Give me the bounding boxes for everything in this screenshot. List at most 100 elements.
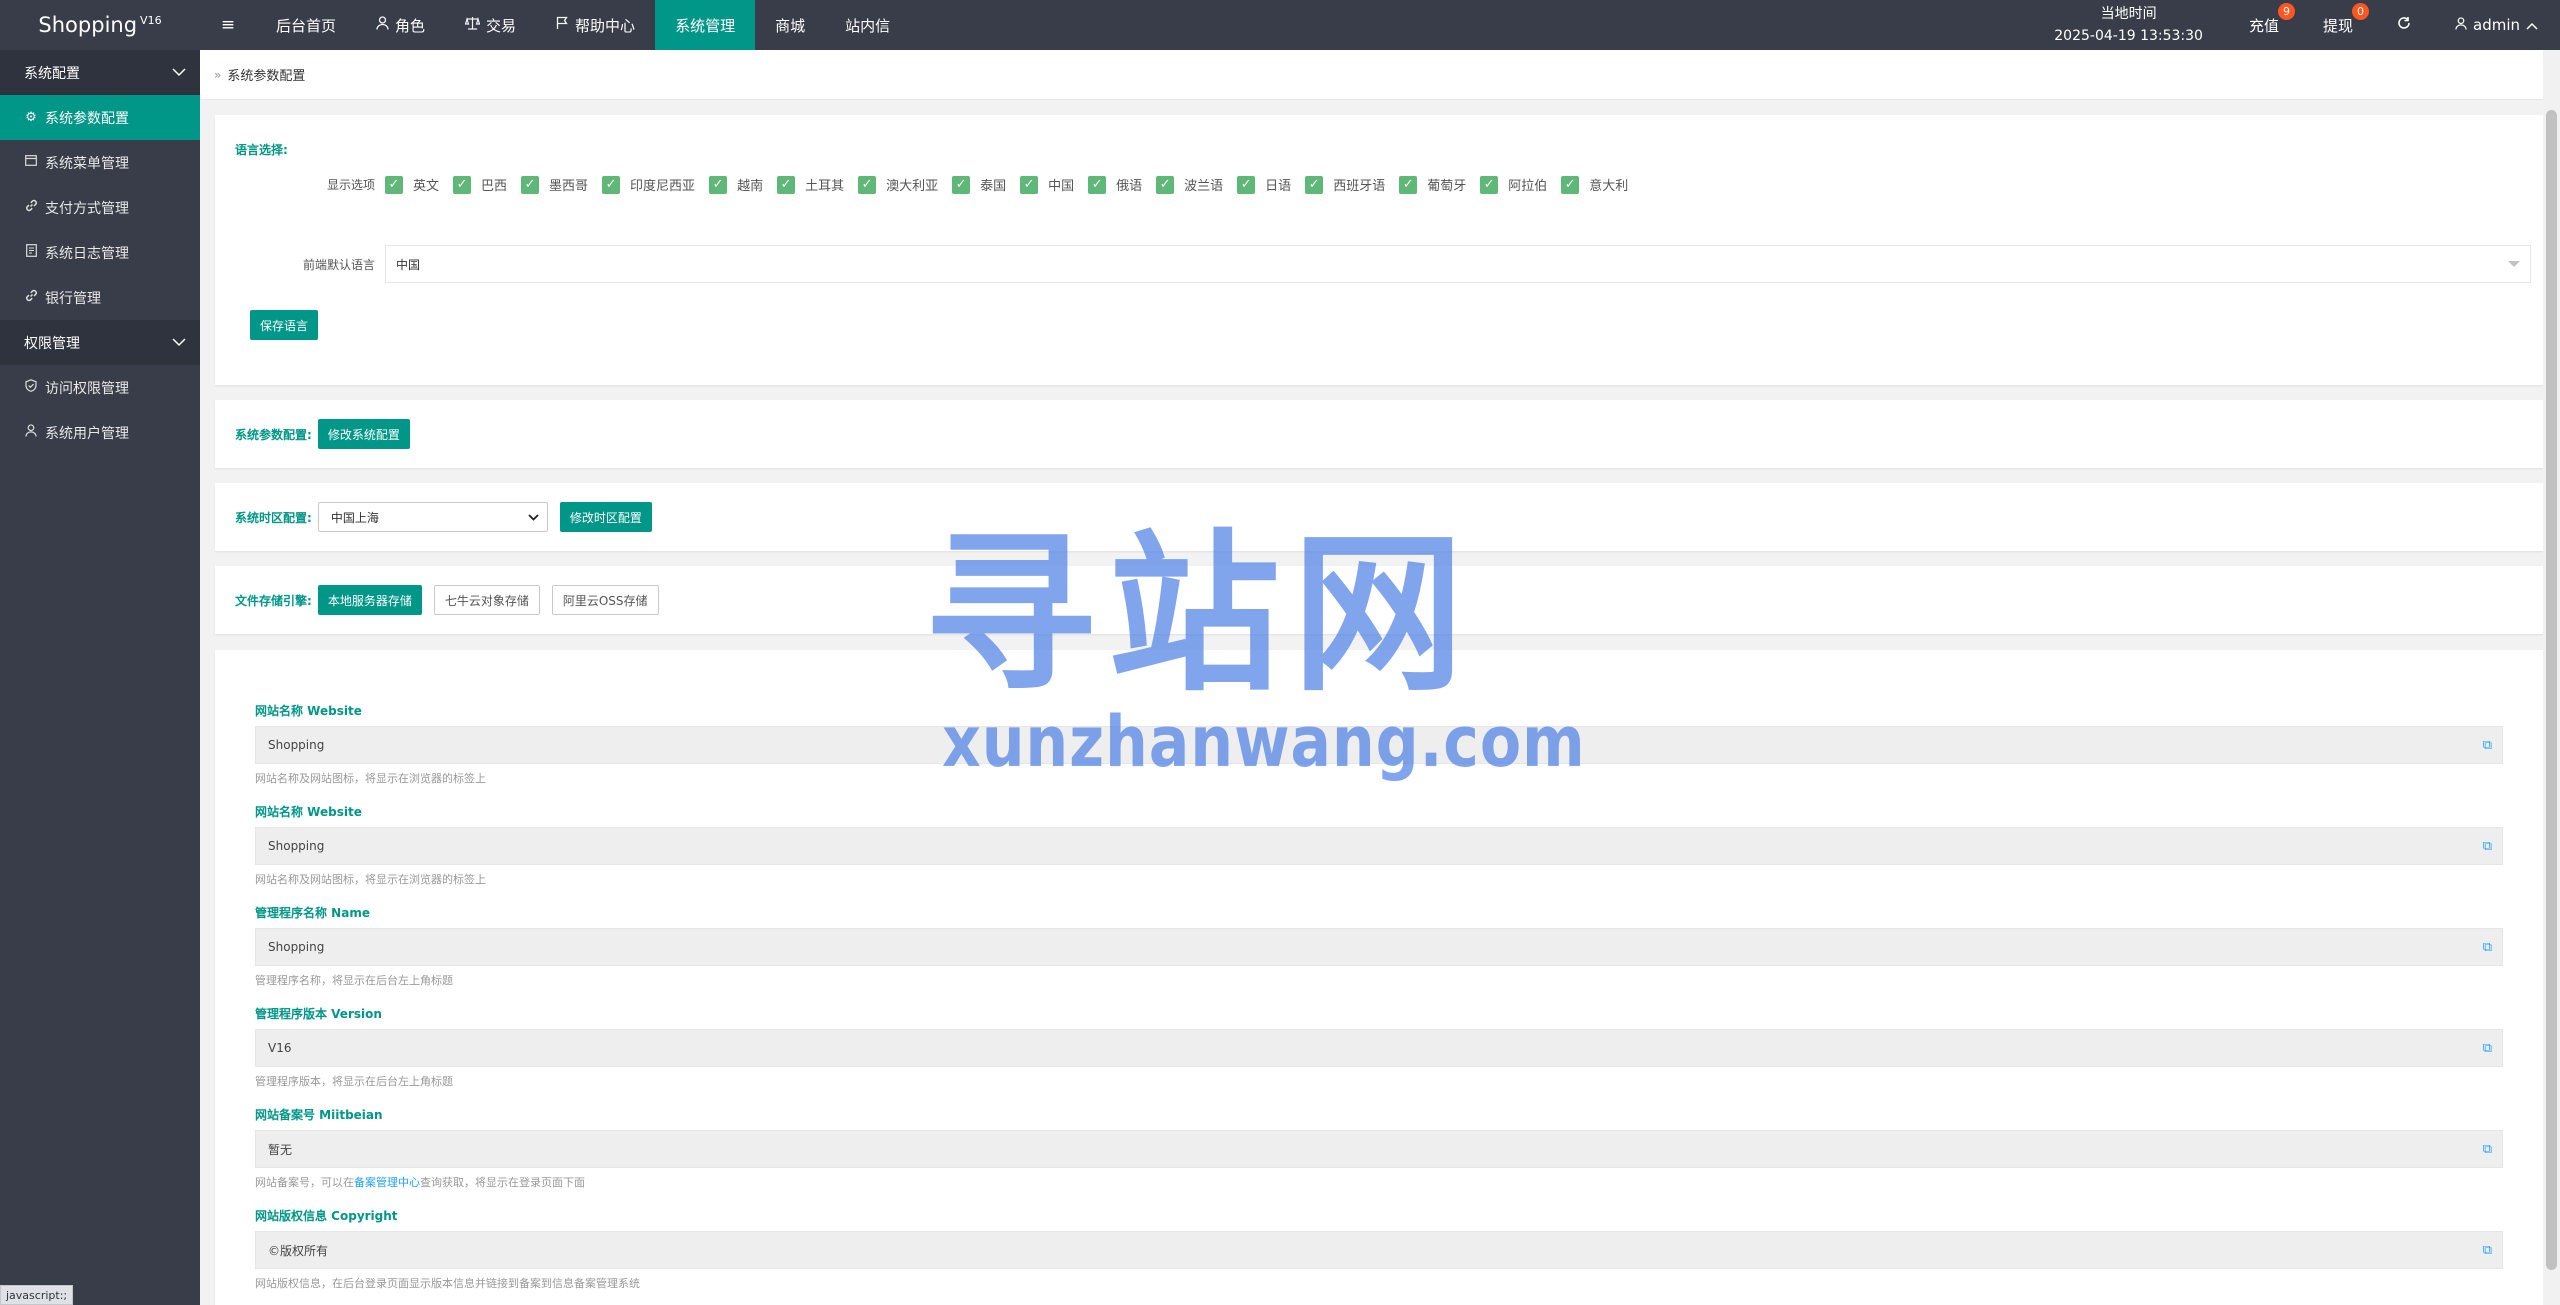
nav-item-messages[interactable]: 站内信 bbox=[825, 0, 910, 50]
config-field-help: 管理程序版本，将显示在后台左上角标题 bbox=[255, 1075, 453, 1088]
copy-icon[interactable]: ⧉ bbox=[2483, 1142, 2492, 1157]
chevron-down-icon bbox=[172, 335, 186, 351]
default-language-row: 前端默认语言 中国 bbox=[265, 245, 2531, 283]
checkmark-icon: ✓ bbox=[602, 175, 621, 194]
language-checkbox[interactable]: ✓ 波兰语 bbox=[1156, 175, 1223, 194]
config-fields-card: 网站名称 Website Shopping ⧉ 网站名称及网站图标，将显示在浏览… bbox=[215, 650, 2543, 1305]
language-checkbox-label: 葡萄牙 bbox=[1427, 179, 1467, 194]
app-logo[interactable]: Shopping V16 bbox=[0, 0, 200, 50]
storage-local-button[interactable]: 本地服务器存储 bbox=[317, 585, 422, 615]
copy-icon[interactable]: ⧉ bbox=[2483, 839, 2492, 854]
link-icon bbox=[24, 199, 38, 216]
nav-item-trade[interactable]: 交易 bbox=[445, 0, 536, 50]
sidebar-item-users[interactable]: 系统用户管理 bbox=[0, 410, 200, 455]
app-version: V16 bbox=[140, 13, 162, 27]
sidebar-item-logs[interactable]: 系统日志管理 bbox=[0, 230, 200, 275]
copy-icon[interactable]: ⧉ bbox=[2483, 738, 2492, 753]
sidebar-item-label: 系统参数配置 bbox=[45, 110, 129, 127]
language-checkbox[interactable]: ✓ 巴西 bbox=[453, 175, 507, 194]
browser-status-bar: javascript:; bbox=[0, 1285, 74, 1305]
checkmark-icon: ✓ bbox=[709, 175, 728, 194]
save-language-button[interactable]: 保存语言 bbox=[250, 310, 319, 340]
sidebar-item-bank[interactable]: 银行管理 bbox=[0, 275, 200, 320]
language-checkbox-label: 泰国 bbox=[980, 179, 1007, 194]
checkmark-icon: ✓ bbox=[1561, 175, 1580, 194]
language-checkbox-label: 墨西哥 bbox=[549, 179, 589, 194]
user-menu[interactable]: admin bbox=[2433, 0, 2560, 50]
sidebar-item-label: 系统菜单管理 bbox=[45, 155, 129, 172]
default-language-select[interactable]: 中国 bbox=[385, 245, 2531, 283]
sidebar-group-system-config[interactable]: 系统配置 bbox=[0, 50, 200, 95]
nav-item-role[interactable]: 角色 bbox=[356, 0, 445, 50]
checkmark-icon: ✓ bbox=[1399, 175, 1418, 194]
storage-qiniu-button[interactable]: 七牛云对象存储 bbox=[433, 585, 540, 615]
breadcrumb: » 系统参数配置 bbox=[200, 50, 2560, 100]
language-checkbox[interactable]: ✓ 葡萄牙 bbox=[1399, 175, 1466, 194]
user-icon bbox=[2455, 16, 2467, 34]
checkmark-icon: ✓ bbox=[1088, 175, 1107, 194]
language-checkbox[interactable]: ✓ 日语 bbox=[1237, 175, 1291, 194]
nav-item-system[interactable]: 系统管理 bbox=[655, 0, 756, 50]
chevron-down-icon bbox=[528, 510, 539, 524]
language-checkbox[interactable]: ✓ 中国 bbox=[1020, 175, 1074, 194]
edit-timezone-button[interactable]: 修改时区配置 bbox=[559, 502, 652, 532]
beian-center-link[interactable]: 备案管理中心 bbox=[354, 1176, 420, 1189]
language-checkbox[interactable]: ✓ 澳大利亚 bbox=[858, 175, 938, 194]
user-name: admin bbox=[2473, 16, 2520, 34]
language-checkbox[interactable]: ✓ 英文 bbox=[385, 175, 439, 194]
copy-icon[interactable]: ⧉ bbox=[2483, 1041, 2492, 1056]
config-field-input[interactable]: V16 ⧉ bbox=[255, 1029, 2503, 1067]
language-checkbox[interactable]: ✓ 西班牙语 bbox=[1305, 175, 1385, 194]
nav-item-home[interactable]: 后台首页 bbox=[256, 0, 356, 50]
withdraw-button[interactable]: 提现 0 bbox=[2301, 0, 2375, 50]
language-checkbox[interactable]: ✓ 土耳其 bbox=[777, 175, 844, 194]
config-field-label: 管理程序版本 Version bbox=[255, 1007, 382, 1021]
language-checkbox[interactable]: ✓ 墨西哥 bbox=[521, 175, 588, 194]
scrollbar-thumb[interactable] bbox=[2546, 110, 2557, 1270]
language-checkbox[interactable]: ✓ 俄语 bbox=[1088, 175, 1142, 194]
edit-system-config-button[interactable]: 修改系统配置 bbox=[317, 419, 410, 449]
copy-icon[interactable]: ⧉ bbox=[2483, 1243, 2492, 1258]
storage-aliyun-oss-button[interactable]: 阿里云OSS存储 bbox=[551, 585, 659, 615]
config-field-value: Shopping bbox=[268, 940, 325, 954]
config-field-input[interactable]: Shopping ⧉ bbox=[255, 827, 2503, 865]
page-scrollbar[interactable] bbox=[2543, 50, 2560, 1305]
language-checkbox[interactable]: ✓ 越南 bbox=[709, 175, 763, 194]
config-field-value: V16 bbox=[268, 1041, 292, 1055]
config-field-value: Shopping bbox=[268, 738, 325, 752]
config-field-label: 网站名称 Website bbox=[255, 704, 362, 718]
config-field-input[interactable]: Shopping ⧉ bbox=[255, 726, 2503, 764]
refresh-icon bbox=[2397, 16, 2411, 34]
config-field-input[interactable]: Shopping ⧉ bbox=[255, 928, 2503, 966]
sidebar-group-label: 权限管理 bbox=[24, 335, 80, 352]
timezone-select[interactable]: 中国上海 bbox=[317, 502, 548, 532]
withdraw-label: 提现 bbox=[2322, 16, 2353, 35]
sidebar-group-permission[interactable]: 权限管理 bbox=[0, 320, 200, 365]
recharge-button[interactable]: 充值 9 bbox=[2227, 0, 2301, 50]
language-checkbox[interactable]: ✓ 意大利 bbox=[1561, 175, 1628, 194]
sidebar-item-menu-manage[interactable]: 系统菜单管理 bbox=[0, 140, 200, 185]
refresh-button[interactable] bbox=[2375, 0, 2433, 50]
language-checkbox-label: 意大利 bbox=[1589, 179, 1629, 194]
nav-item-mall[interactable]: 商城 bbox=[755, 0, 825, 50]
language-checkbox[interactable]: ✓ 印度尼西亚 bbox=[602, 175, 695, 194]
config-field-input[interactable]: 暂无 ⧉ bbox=[255, 1130, 2503, 1168]
local-time: 当地时间 2025-04-19 13:53:30 bbox=[2030, 0, 2227, 50]
config-field-label: 网站名称 Website bbox=[255, 805, 362, 819]
copy-icon[interactable]: ⧉ bbox=[2483, 940, 2492, 955]
language-checkbox-label: 阿拉伯 bbox=[1508, 179, 1548, 194]
sidebar-item-access[interactable]: 访问权限管理 bbox=[0, 365, 200, 410]
language-checkbox[interactable]: ✓ 阿拉伯 bbox=[1480, 175, 1547, 194]
config-field-help: 网站名称及网站图标，将显示在浏览器的标签上 bbox=[255, 772, 486, 785]
nav-item-help[interactable]: 帮助中心 bbox=[536, 0, 655, 50]
sidebar-item-payment[interactable]: 支付方式管理 bbox=[0, 185, 200, 230]
sidebar-toggle-button[interactable]: ≡ bbox=[200, 0, 256, 50]
nav-item-label: 帮助中心 bbox=[575, 16, 636, 35]
checkmark-icon: ✓ bbox=[385, 175, 403, 194]
app-logo-text: Shopping bbox=[38, 13, 138, 37]
user-icon bbox=[376, 16, 389, 34]
sidebar-group-label: 系统配置 bbox=[24, 65, 80, 82]
language-checkbox[interactable]: ✓ 泰国 bbox=[952, 175, 1006, 194]
sidebar-item-system-params[interactable]: ⚙ 系统参数配置 bbox=[0, 95, 200, 140]
config-field-input[interactable]: ©版权所有 ⧉ bbox=[255, 1231, 2503, 1269]
